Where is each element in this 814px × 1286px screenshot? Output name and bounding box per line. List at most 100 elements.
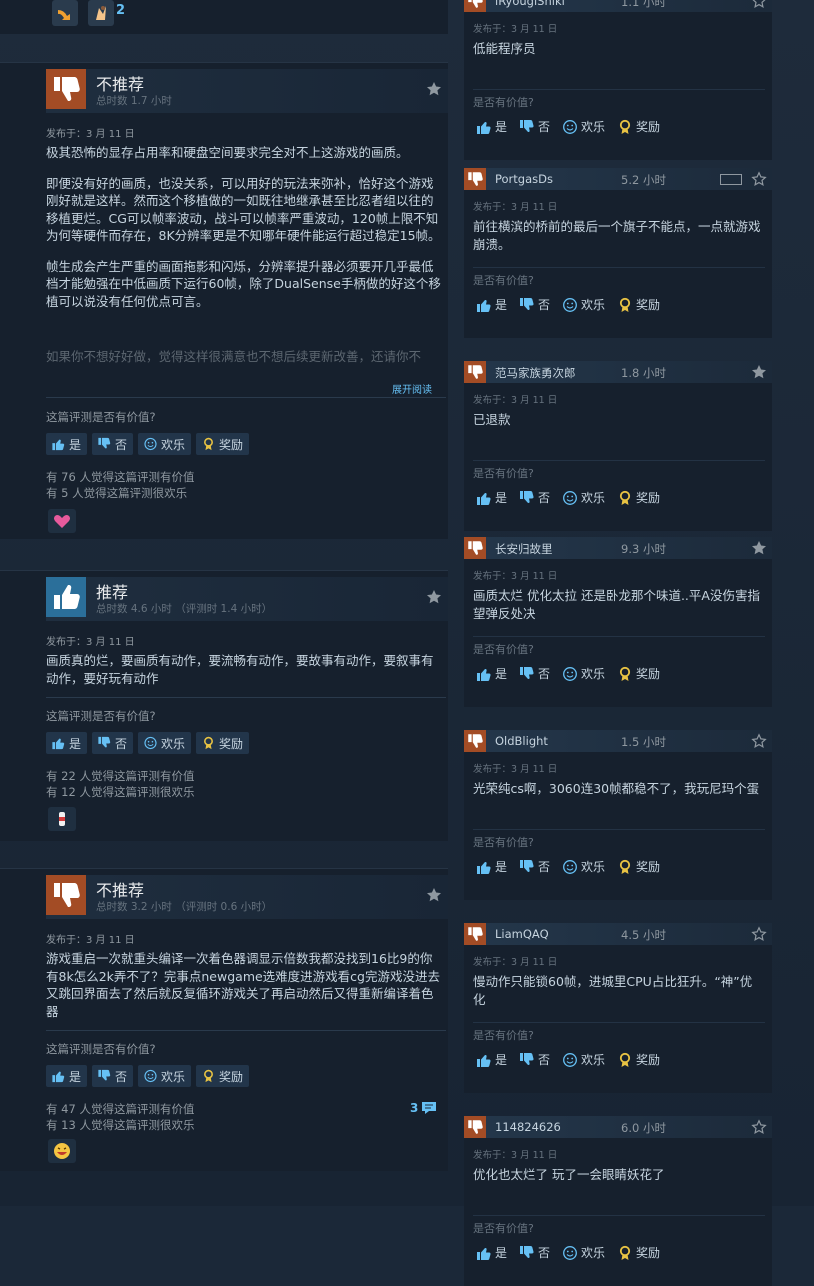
star-icon[interactable] bbox=[426, 887, 442, 903]
reviewer-name[interactable]: 范马家族勇次郎 bbox=[495, 365, 576, 381]
award-button[interactable]: 奖励 bbox=[196, 732, 250, 754]
vote-yes-button[interactable]: 是 bbox=[476, 1244, 507, 1261]
award-button[interactable]: 奖励 bbox=[196, 1065, 250, 1087]
vote-no-button[interactable]: 否 bbox=[92, 433, 134, 455]
review-posted-date: 发布于：3 月 11 日 bbox=[473, 571, 558, 582]
medal-icon bbox=[617, 1052, 633, 1068]
vote-funny-label: 欢乐 bbox=[581, 1053, 606, 1067]
award-button[interactable]: 奖励 bbox=[196, 433, 250, 455]
reviewer-name[interactable]: lRyougiShiki bbox=[495, 0, 565, 8]
vote-buttons: 是 否 欢乐 奖励 bbox=[46, 433, 250, 455]
star-icon[interactable] bbox=[426, 81, 442, 97]
vote-funny-button[interactable]: 欢乐 bbox=[138, 732, 192, 754]
vote-funny-button[interactable]: 欢乐 bbox=[562, 665, 605, 682]
vote-buttons: 是 否 欢乐 奖励 bbox=[46, 732, 250, 754]
reviewer-name[interactable]: LiamQAQ bbox=[495, 927, 549, 941]
vote-no-button[interactable]: 否 bbox=[519, 858, 550, 875]
thumbs-down-icon bbox=[519, 297, 535, 313]
smile-icon bbox=[143, 1069, 158, 1083]
vote-no-button[interactable]: 否 bbox=[519, 1244, 550, 1261]
vote-yes-button[interactable]: 是 bbox=[476, 858, 507, 875]
vote-funny-button[interactable]: 欢乐 bbox=[562, 296, 605, 313]
reviewer-name[interactable]: 长安归故里 bbox=[495, 541, 553, 557]
award-button[interactable]: 奖励 bbox=[617, 296, 660, 313]
vote-yes-button[interactable]: 是 bbox=[476, 118, 507, 135]
divider bbox=[46, 397, 446, 398]
star-icon[interactable] bbox=[751, 926, 767, 942]
vote-no-button[interactable]: 否 bbox=[519, 296, 550, 313]
award-button[interactable]: 奖励 bbox=[617, 858, 660, 875]
vote-yes-button[interactable]: 是 bbox=[46, 732, 88, 754]
thumbs-down-icon bbox=[464, 361, 486, 383]
thumbs-down-icon bbox=[464, 0, 486, 12]
award-button[interactable]: 奖励 bbox=[617, 665, 660, 682]
award-button[interactable]: 奖励 bbox=[617, 1051, 660, 1068]
review-card: 长安归故里 9.3 小时 发布于：3 月 11 日画质太烂 优化太拉 还是卧龙那个味… bbox=[464, 537, 772, 707]
vote-yes-label: 是 bbox=[69, 736, 82, 751]
review-card: 114824626 6.0 小时 发布于：3 月 11 日优化也太烂了 玩了一会眼睛… bbox=[464, 1116, 772, 1286]
helpful-question: 这篇评测是否有价值? bbox=[46, 1042, 156, 1056]
star-icon[interactable] bbox=[751, 364, 767, 380]
smile-icon bbox=[562, 666, 578, 682]
vote-yes-button[interactable]: 是 bbox=[476, 296, 507, 313]
vote-funny-button[interactable]: 欢乐 bbox=[562, 489, 605, 506]
vote-yes-button[interactable]: 是 bbox=[476, 1051, 507, 1068]
vote-buttons: 是 否 欢乐 奖励 bbox=[476, 118, 660, 135]
vote-no-button[interactable]: 否 bbox=[519, 665, 550, 682]
award-label: 奖励 bbox=[636, 298, 661, 312]
star-icon[interactable] bbox=[751, 733, 767, 749]
review-posted-date: 发布于：3 月 11 日 bbox=[473, 1150, 558, 1161]
expand-review-link[interactable]: 展开阅读 bbox=[392, 381, 432, 396]
thumbs-up-icon bbox=[476, 297, 492, 313]
reviewer-name[interactable]: PortgasDs bbox=[495, 172, 553, 186]
award-label: 奖励 bbox=[636, 1053, 661, 1067]
comments-link[interactable]: 3 bbox=[410, 1100, 437, 1116]
vote-no-button[interactable]: 否 bbox=[92, 1065, 134, 1087]
review-hours: 1.5 小时 bbox=[621, 735, 666, 749]
vote-yes-button[interactable]: 是 bbox=[46, 433, 88, 455]
star-icon[interactable] bbox=[751, 1119, 767, 1135]
award-button[interactable]: 奖励 bbox=[617, 1244, 660, 1261]
review-stats: 有 76 人觉得这篇评测有价值 有 5 人觉得这篇评测很欢乐 bbox=[46, 469, 194, 501]
vote-no-button[interactable]: 否 bbox=[519, 489, 550, 506]
award-button[interactable]: 奖励 bbox=[617, 489, 660, 506]
helpful-count: 有 47 人觉得这篇评测有价值 bbox=[46, 1102, 195, 1116]
vote-no-label: 否 bbox=[538, 667, 551, 681]
vote-no-button[interactable]: 否 bbox=[92, 732, 134, 754]
star-icon[interactable] bbox=[751, 0, 767, 9]
award-label: 奖励 bbox=[636, 120, 661, 134]
star-icon[interactable] bbox=[751, 540, 767, 556]
vote-buttons: 是 否 欢乐 奖励 bbox=[476, 1051, 660, 1068]
reviewer-name[interactable]: 114824626 bbox=[495, 1120, 561, 1134]
vote-funny-button[interactable]: 欢乐 bbox=[138, 433, 192, 455]
previous-review-footer: 2 bbox=[0, 0, 448, 34]
vote-yes-label: 是 bbox=[495, 667, 508, 681]
vote-yes-button[interactable]: 是 bbox=[46, 1065, 88, 1087]
vote-funny-button[interactable]: 欢乐 bbox=[562, 1051, 605, 1068]
vote-no-button[interactable]: 否 bbox=[519, 1051, 550, 1068]
thumbs-up-icon bbox=[476, 119, 492, 135]
thumbs-down-icon bbox=[97, 736, 112, 750]
award-button[interactable]: 奖励 bbox=[617, 118, 660, 135]
vote-funny-button[interactable]: 欢乐 bbox=[562, 858, 605, 875]
vote-funny-button[interactable]: 欢乐 bbox=[562, 1244, 605, 1261]
review-body: 低能程序员 bbox=[473, 41, 536, 56]
review-header: lRyougiShiki 1.1 小时 bbox=[464, 0, 772, 12]
vote-no-label: 否 bbox=[538, 120, 551, 134]
vote-yes-button[interactable]: 是 bbox=[476, 665, 507, 682]
review-header: 不推荐 总时数 1.7 小时 bbox=[46, 69, 448, 113]
divider bbox=[473, 89, 765, 90]
thumbs-up-icon bbox=[476, 666, 492, 682]
vote-funny-button[interactable]: 欢乐 bbox=[562, 118, 605, 135]
vote-no-button[interactable]: 否 bbox=[519, 118, 550, 135]
thumbs-down-icon bbox=[97, 437, 112, 451]
star-icon[interactable] bbox=[426, 589, 442, 605]
reviewer-name[interactable]: OldBlight bbox=[495, 734, 548, 748]
vote-yes-button[interactable]: 是 bbox=[476, 489, 507, 506]
vote-yes-label: 是 bbox=[495, 298, 508, 312]
medal-icon bbox=[617, 859, 633, 875]
helpful-count: 有 76 人觉得这篇评测有价值 bbox=[46, 470, 195, 484]
star-icon[interactable] bbox=[751, 171, 767, 187]
review-header: PortgasDs 5.2 小时 bbox=[464, 168, 772, 190]
vote-funny-button[interactable]: 欢乐 bbox=[138, 1065, 192, 1087]
